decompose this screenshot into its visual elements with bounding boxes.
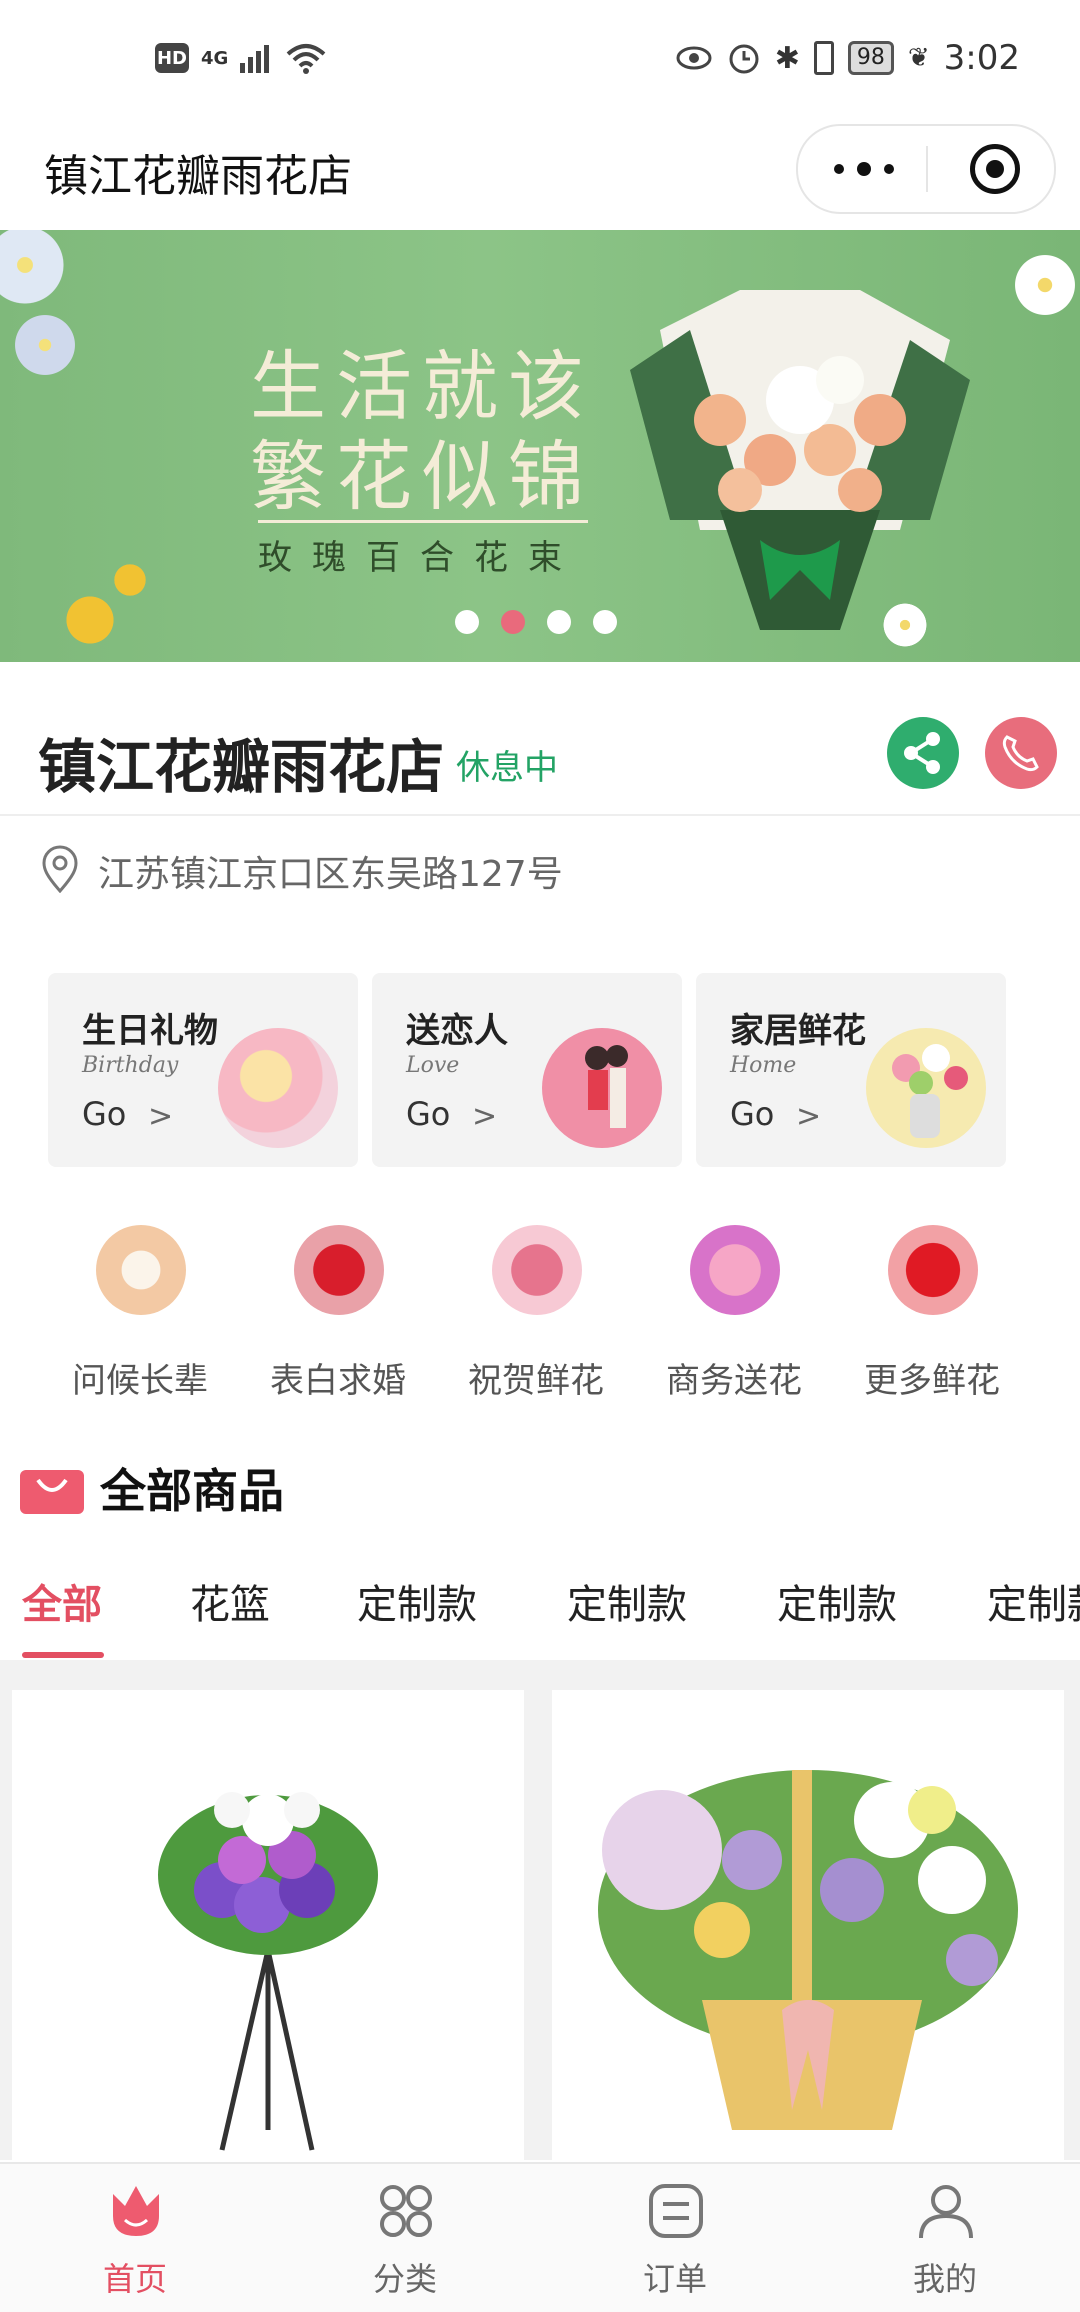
shop-name: 镇江花瓣雨花店 <box>38 733 445 801</box>
eye-icon <box>676 46 712 70</box>
yellow-flower-icon <box>110 560 150 600</box>
tab-custom-2[interactable]: 定制款 <box>567 1572 687 1630</box>
category-label: 祝贺鲜花 <box>468 1361 604 1401</box>
grid-category-icon <box>380 2185 432 2237</box>
leaf-icon: ❦ <box>907 43 930 73</box>
banner-pagination <box>455 610 617 634</box>
nav-orders[interactable]: 订单 <box>595 2172 755 2302</box>
yellow-flower-icon <box>60 590 120 650</box>
daisy-decoration-icon <box>0 230 70 310</box>
banner-headline-2: 繁花似锦 <box>250 432 594 521</box>
battery-indicator: 98 <box>847 41 894 75</box>
alarm-icon <box>729 44 759 74</box>
nav-home[interactable]: 首页 <box>55 2172 215 2302</box>
birthday-bouquet-image <box>218 1028 338 1148</box>
nav-label: 订单 <box>642 2260 707 2298</box>
tab-active-indicator <box>22 1652 104 1658</box>
flower-stand-image <box>158 1792 378 2151</box>
card-go-label: Go <box>82 1095 127 1133</box>
card-love[interactable]: 送恋人 Love Go > <box>372 973 682 1167</box>
nav-label: 分类 <box>372 2260 437 2298</box>
capsule-divider <box>926 146 928 192</box>
shop-address[interactable]: 江苏镇江京口区东吴路127号 <box>98 845 563 897</box>
category-image <box>888 1225 978 1315</box>
flower-basket-image <box>598 1770 1018 2130</box>
banner-dot-active[interactable] <box>501 610 525 634</box>
divider <box>0 814 1080 816</box>
banner-dot[interactable] <box>547 610 571 634</box>
card-home[interactable]: 家居鲜花 Home Go > <box>696 973 1006 1167</box>
more-options-button[interactable] <box>834 146 894 192</box>
category-image <box>294 1225 384 1315</box>
network-label: 4G <box>201 47 229 69</box>
category-label: 商务送花 <box>666 1361 802 1401</box>
product-card[interactable] <box>552 1690 1064 2160</box>
bluetooth-icon: ✱ <box>774 40 800 76</box>
card-subtitle: Birthday <box>82 1053 179 1078</box>
shop-status-badge: 休息中 <box>456 748 558 788</box>
category-label: 更多鲜花 <box>864 1361 1000 1401</box>
banner-subtitle: 玫瑰百合花束 <box>258 538 582 578</box>
category-image <box>492 1225 582 1315</box>
section-title: 全部商品 <box>100 1464 284 1518</box>
order-list-icon <box>649 2184 703 2238</box>
nav-profile[interactable]: 我的 <box>865 2172 1025 2302</box>
card-title: 家居鲜花 <box>730 1011 866 1051</box>
chevron-right-icon: > <box>148 1099 174 1134</box>
promo-banner[interactable]: 生活就该 繁花似锦 玫瑰百合花束 <box>0 230 1080 662</box>
status-bar: HD 4G ✱ 98 ❦ 3:02 <box>0 0 1080 120</box>
category-label: 问候长辈 <box>72 1361 208 1401</box>
home-flowers-image <box>866 1028 986 1148</box>
banner-dot[interactable] <box>455 610 479 634</box>
wifi-icon <box>286 44 326 74</box>
call-button[interactable] <box>985 717 1057 789</box>
tab-custom-4[interactable]: 定制款 <box>987 1572 1080 1630</box>
clock-time: 3:02 <box>943 38 1020 78</box>
banner-rule <box>258 520 588 523</box>
card-go-label: Go <box>406 1095 451 1133</box>
close-mini-program-button[interactable] <box>970 144 1020 194</box>
card-go-label: Go <box>730 1095 775 1133</box>
category-image <box>96 1225 186 1315</box>
nav-label: 首页 <box>102 2260 167 2298</box>
banner-dot[interactable] <box>593 610 617 634</box>
shopping-bag-icon <box>20 1470 84 1514</box>
hd-badge: HD <box>155 43 189 73</box>
card-subtitle: Home <box>730 1053 797 1078</box>
card-birthday[interactable]: 生日礼物 Birthday Go > <box>48 973 358 1167</box>
couple-image <box>542 1028 662 1148</box>
card-subtitle: Love <box>406 1053 460 1078</box>
category-image <box>690 1225 780 1315</box>
share-button[interactable] <box>887 717 959 789</box>
mini-program-capsule <box>796 124 1056 214</box>
tab-basket[interactable]: 花篮 <box>190 1572 270 1630</box>
tab-custom-3[interactable]: 定制款 <box>777 1572 897 1630</box>
tulip-home-icon <box>113 2186 159 2236</box>
tab-custom-1[interactable]: 定制款 <box>357 1572 477 1630</box>
vibrate-icon <box>813 41 834 75</box>
status-right: ✱ 98 ❦ 3:02 <box>675 38 1020 78</box>
status-left: HD 4G <box>155 42 326 74</box>
product-card[interactable] <box>12 1690 524 2160</box>
card-title: 送恋人 <box>406 1011 508 1051</box>
chevron-right-icon: > <box>796 1099 822 1134</box>
category-label: 表白求婚 <box>270 1361 406 1401</box>
tab-all[interactable]: 全部 <box>22 1572 102 1630</box>
location-pin-icon <box>42 845 78 893</box>
user-profile-icon <box>919 2185 973 2239</box>
card-title: 生日礼物 <box>82 1011 218 1051</box>
daisy-decoration-icon <box>10 310 80 380</box>
nav-category[interactable]: 分类 <box>325 2172 485 2302</box>
chevron-right-icon: > <box>472 1099 498 1134</box>
nav-label: 我的 <box>912 2260 977 2298</box>
share-icon <box>904 732 940 774</box>
signal-icon <box>240 45 270 73</box>
white-flower-icon <box>1010 250 1080 320</box>
app-title: 镇江花瓣雨花店 <box>44 151 352 202</box>
bouquet-image <box>630 290 970 630</box>
tab-overflow-clip: 定制款 <box>987 1572 1080 1632</box>
phone-icon <box>1002 735 1039 772</box>
